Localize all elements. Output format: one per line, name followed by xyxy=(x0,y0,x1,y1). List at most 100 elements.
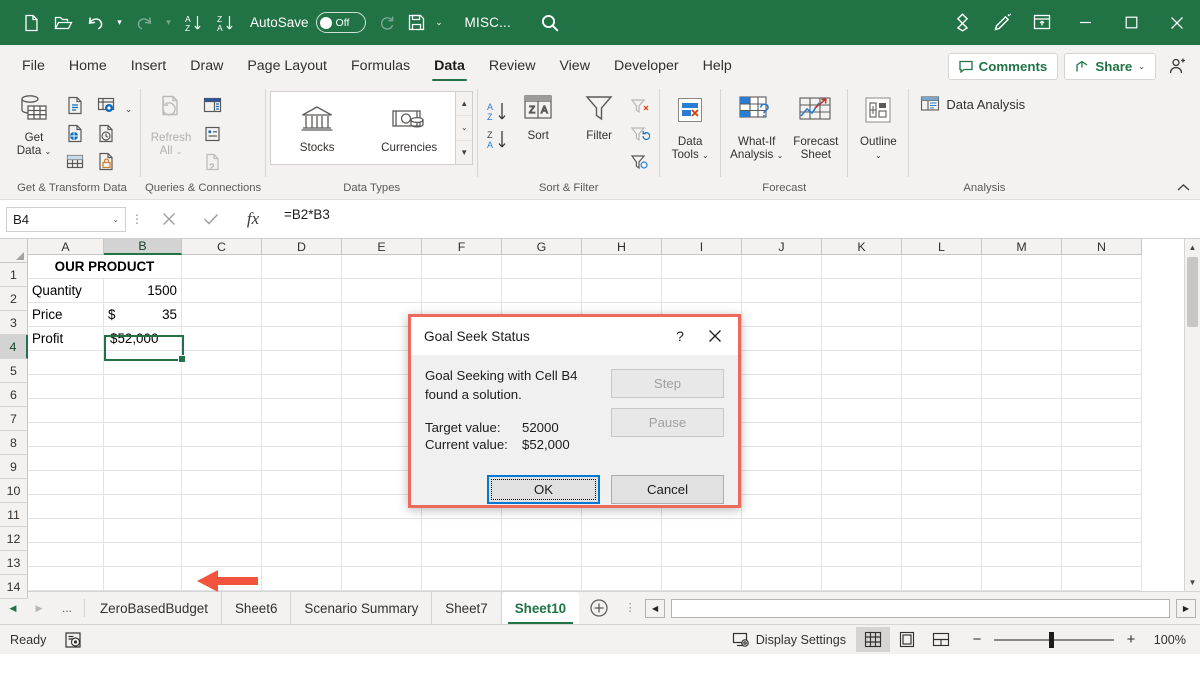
sort-za-icon[interactable]: Z A xyxy=(482,126,512,153)
cell-E12[interactable] xyxy=(342,519,422,543)
row-header-8[interactable]: 8 xyxy=(0,431,28,455)
cell-N12[interactable] xyxy=(1062,519,1142,543)
cell-L4[interactable] xyxy=(902,327,982,351)
forecast-sheet-button[interactable]: ForecastSheet xyxy=(788,90,843,164)
cell-J10[interactable] xyxy=(742,471,822,495)
cancel-icon[interactable] xyxy=(148,205,190,233)
cell-A5[interactable] xyxy=(28,351,104,375)
enter-check-icon[interactable] xyxy=(190,205,232,233)
cell-A3[interactable]: Price xyxy=(28,303,104,327)
cell-C12[interactable] xyxy=(182,519,262,543)
cell-L6[interactable] xyxy=(902,375,982,399)
row-header-13[interactable]: 13 xyxy=(0,551,28,575)
column-header-I[interactable]: I xyxy=(662,239,742,255)
cell-N14[interactable] xyxy=(1062,567,1142,591)
cell-B8[interactable] xyxy=(104,423,182,447)
cell-M5[interactable] xyxy=(982,351,1062,375)
cell-A7[interactable] xyxy=(28,399,104,423)
cell-D10[interactable] xyxy=(262,471,342,495)
cell-B4[interactable]: $52,000 xyxy=(104,327,182,351)
cell-L9[interactable] xyxy=(902,447,982,471)
row-header-6[interactable]: 6 xyxy=(0,383,28,407)
row-header-1[interactable]: 1 xyxy=(0,263,28,287)
cell-F1[interactable] xyxy=(422,255,502,279)
queries-connections-icon[interactable] xyxy=(197,92,227,119)
cell-D13[interactable] xyxy=(262,543,342,567)
minimize-icon[interactable] xyxy=(1062,0,1108,45)
cell-L12[interactable] xyxy=(902,519,982,543)
cell-J12[interactable] xyxy=(742,519,822,543)
cell-K11[interactable] xyxy=(822,495,902,519)
cell-I1[interactable] xyxy=(662,255,742,279)
sheet-tab-sheet10[interactable]: Sheet10 xyxy=(502,592,579,624)
tab-developer[interactable]: Developer xyxy=(602,49,691,83)
column-header-K[interactable]: K xyxy=(822,239,902,255)
column-header-E[interactable]: E xyxy=(342,239,422,255)
cell-E1[interactable] xyxy=(342,255,422,279)
cell-A8[interactable] xyxy=(28,423,104,447)
row-header-14[interactable]: 14 xyxy=(0,575,28,599)
cell-B3[interactable]: $ 35 xyxy=(104,303,182,327)
cell-C14[interactable] xyxy=(182,567,262,591)
cell-H13[interactable] xyxy=(582,543,662,567)
comments-button[interactable]: Comments xyxy=(948,53,1059,80)
sort-descending-icon[interactable]: Z A xyxy=(210,8,240,38)
scroll-up-arrow[interactable]: ▲ xyxy=(1185,239,1200,256)
sheet-bar-split-handle[interactable]: ⋮ xyxy=(619,592,641,624)
cell-A10[interactable] xyxy=(28,471,104,495)
row-header-12[interactable]: 12 xyxy=(0,527,28,551)
cell-M13[interactable] xyxy=(982,543,1062,567)
cell-M8[interactable] xyxy=(982,423,1062,447)
cell-L8[interactable] xyxy=(902,423,982,447)
tab-review[interactable]: Review xyxy=(477,49,548,83)
share-dropdown-caret[interactable]: ⌄ xyxy=(1138,62,1145,71)
stocks-button[interactable]: Stocks xyxy=(271,92,363,164)
row-header-5[interactable]: 5 xyxy=(0,359,28,383)
add-sheet-icon[interactable] xyxy=(579,592,619,624)
properties-icon[interactable] xyxy=(197,120,227,147)
cell-D6[interactable] xyxy=(262,375,342,399)
cell-F2[interactable] xyxy=(422,279,502,303)
cell-B12[interactable] xyxy=(104,519,182,543)
currencies-button[interactable]: Currencies xyxy=(363,92,455,164)
ribbon-display-options-icon[interactable] xyxy=(1022,0,1062,45)
cell-J2[interactable] xyxy=(742,279,822,303)
tab-home[interactable]: Home xyxy=(57,49,119,83)
cell-M3[interactable] xyxy=(982,303,1062,327)
cell-J7[interactable] xyxy=(742,399,822,423)
cell-C1[interactable] xyxy=(182,255,262,279)
cell-D3[interactable] xyxy=(262,303,342,327)
cell-M14[interactable] xyxy=(982,567,1062,591)
cell-C4[interactable] xyxy=(182,327,262,351)
column-header-H[interactable]: H xyxy=(582,239,662,255)
tab-data[interactable]: Data xyxy=(422,49,477,83)
refresh-icon[interactable] xyxy=(372,8,402,38)
outline-button[interactable]: Outline⌄ xyxy=(852,90,904,165)
cell-K14[interactable] xyxy=(822,567,902,591)
get-data-gallery-caret[interactable]: ⌄ xyxy=(121,94,136,124)
cell-B2[interactable]: 1500 xyxy=(104,279,182,303)
column-header-C[interactable]: C xyxy=(182,239,262,255)
tab-draw[interactable]: Draw xyxy=(178,49,235,83)
vertical-scrollbar[interactable]: ▲ ▼ xyxy=(1184,239,1200,591)
cell-H2[interactable] xyxy=(582,279,662,303)
cell-K10[interactable] xyxy=(822,471,902,495)
cell-J5[interactable] xyxy=(742,351,822,375)
cell-H12[interactable] xyxy=(582,519,662,543)
maximize-icon[interactable] xyxy=(1108,0,1154,45)
accessibility-checker-icon[interactable] xyxy=(60,628,86,652)
cell-C7[interactable] xyxy=(182,399,262,423)
cell-G2[interactable] xyxy=(502,279,582,303)
row-header-11[interactable]: 11 xyxy=(0,503,28,527)
new-file-icon[interactable] xyxy=(16,8,46,38)
cell-M2[interactable] xyxy=(982,279,1062,303)
cell-J4[interactable] xyxy=(742,327,822,351)
gallery-scroll-up[interactable]: ▲ xyxy=(456,92,472,115)
cell-J3[interactable] xyxy=(742,303,822,327)
cell-L3[interactable] xyxy=(902,303,982,327)
cell-L13[interactable] xyxy=(902,543,982,567)
dialog-help-button[interactable]: ? xyxy=(664,321,696,351)
row-header-4[interactable]: 4 xyxy=(0,335,28,359)
zoom-out-button[interactable]: − xyxy=(968,631,986,648)
share-button[interactable]: Share ⌄ xyxy=(1064,53,1156,80)
